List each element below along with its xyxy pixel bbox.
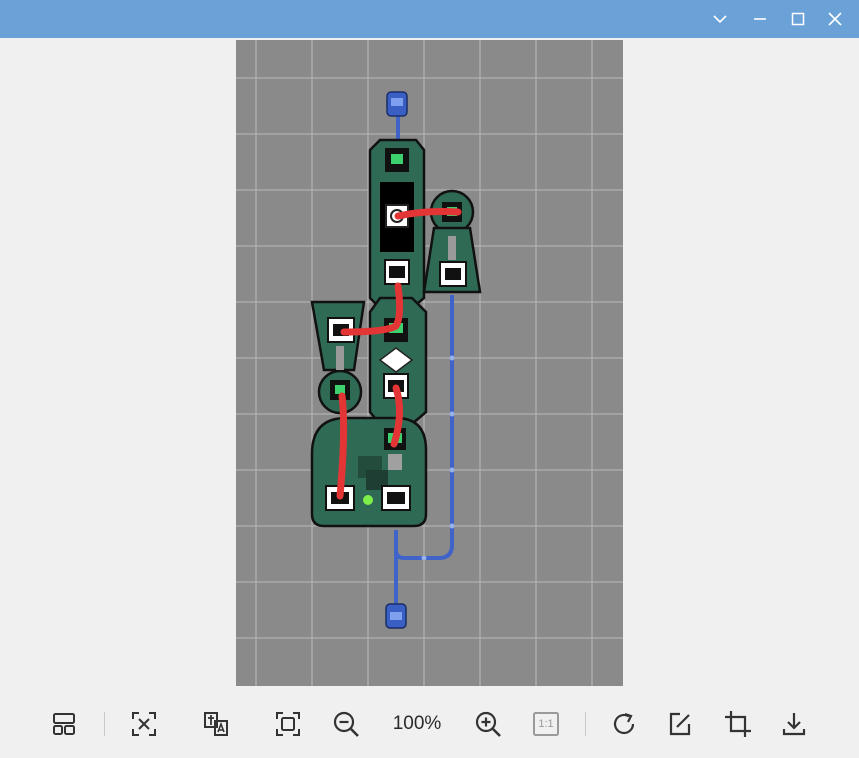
- zoom-in-icon[interactable]: [470, 706, 506, 742]
- circuit-image: [236, 40, 623, 686]
- bottom-connector-icon: [385, 603, 407, 629]
- close-icon[interactable]: [817, 0, 853, 38]
- board-bottom: [310, 416, 428, 528]
- fit-selection-icon[interactable]: [126, 706, 162, 742]
- crop-icon[interactable]: [720, 706, 756, 742]
- layout-icon[interactable]: [46, 706, 82, 742]
- download-icon[interactable]: [776, 706, 812, 742]
- zoom-out-icon[interactable]: [328, 706, 364, 742]
- ocr-text-icon[interactable]: [198, 706, 234, 742]
- viewer-toolbar: 100% 1:1: [0, 688, 859, 758]
- toolbar-separator: [104, 712, 105, 736]
- window-titlebar: [0, 0, 859, 38]
- rotate-icon[interactable]: [606, 706, 642, 742]
- zoom-level: 100%: [392, 713, 442, 734]
- board-right: [422, 189, 482, 294]
- toolbar-separator: [585, 712, 586, 736]
- actual-size-label: 1:1: [538, 718, 554, 730]
- edit-icon[interactable]: [662, 706, 698, 742]
- circuit-diagram: [236, 40, 623, 686]
- top-connector-icon: [386, 91, 408, 117]
- fit-window-icon[interactable]: [270, 706, 306, 742]
- maximize-icon[interactable]: [780, 0, 816, 38]
- grid-lines: [236, 40, 623, 686]
- actual-size-icon[interactable]: 1:1: [528, 706, 564, 742]
- chevron-down-icon[interactable]: [702, 0, 738, 38]
- minimize-icon[interactable]: [742, 0, 778, 38]
